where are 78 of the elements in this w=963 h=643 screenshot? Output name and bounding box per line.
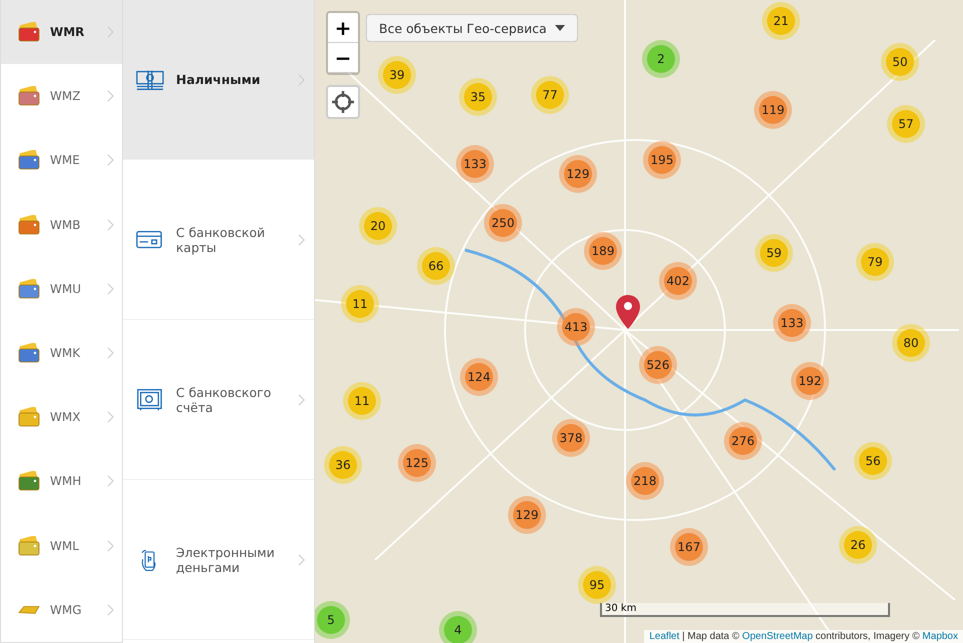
locate-button[interactable] [326,85,360,119]
marker-cluster[interactable]: 11 [343,382,381,420]
marker-cluster[interactable]: 36 [324,446,362,484]
marker-cluster[interactable]: 4 [439,611,477,643]
crosshair-icon [331,90,355,114]
marker-cluster[interactable]: 59 [755,234,793,272]
marker-cluster[interactable]: 35 [459,78,497,116]
scale-bar: 30 km [600,603,890,617]
marker-cluster[interactable]: 79 [856,243,894,281]
marker-cluster[interactable]: 195 [643,141,681,179]
currency-item[interactable]: WMR [1,0,122,64]
marker-cluster[interactable]: 57 [887,105,925,143]
object-filter-dropdown[interactable]: Все объекты Гео-сервиса [366,14,578,42]
marker-cluster[interactable]: 167 [670,528,708,566]
marker-cluster[interactable]: 11 [341,285,379,323]
marker-cluster[interactable]: 119 [754,91,792,129]
marker-cluster[interactable]: 26 [839,526,877,564]
chevron-icon [107,540,114,552]
ingot-icon [17,606,41,614]
marker-cluster[interactable]: 526 [639,346,677,384]
wallet-icon [17,86,41,106]
chevron-icon [107,218,114,231]
marker-cluster[interactable]: 129 [559,155,597,193]
openstreetmap-link[interactable]: OpenStreetMap [742,631,813,642]
leaflet-link[interactable]: Leaflet [649,631,680,642]
marker-cluster[interactable]: 133 [773,304,811,342]
chevron-icon [107,26,114,38]
wallet-icon [17,536,41,556]
chevron-icon [107,604,114,616]
mapbox-link[interactable]: Mapbox [922,631,958,642]
chevron-icon [107,347,114,360]
wallet-icon [17,278,41,299]
wallet-icon [17,22,41,42]
wallet-icon [17,150,41,170]
location-pin-icon [615,294,641,330]
banknotes-icon [136,68,164,92]
chevron-icon [298,554,305,566]
marker-cluster[interactable]: 124 [460,358,498,396]
chevron-icon [107,154,114,166]
chevron-icon [298,74,305,86]
wallet-icon [17,471,41,492]
marker-cluster[interactable]: 402 [659,262,697,300]
marker-cluster[interactable]: 50 [881,43,919,81]
marker-cluster[interactable]: 95 [578,566,616,604]
marker-cluster[interactable]: 413 [557,308,595,346]
marker-cluster[interactable]: 125 [398,444,436,482]
marker-cluster[interactable]: 218 [626,462,664,500]
chevron-icon [298,394,305,406]
chevron-icon [107,90,114,102]
marker-cluster[interactable]: 39 [378,56,416,94]
marker-cluster[interactable]: 80 [892,324,930,362]
wallet-icon [17,407,41,428]
wallet-icon [17,343,41,364]
marker-cluster[interactable]: 66 [417,247,455,285]
marker-cluster[interactable]: 192 [791,362,829,400]
marker-cluster[interactable]: 250 [484,204,522,242]
marker-cluster[interactable]: 189 [584,232,622,270]
chevron-icon [107,475,114,488]
wallet-icon [17,214,41,235]
zoom-out-button[interactable]: − [328,43,358,73]
marker-cluster[interactable]: 77 [531,76,569,114]
marker-cluster[interactable]: 5 [315,601,350,639]
marker-cluster[interactable]: 56 [854,442,892,480]
marker-cluster[interactable]: 21 [762,2,800,40]
marker-cluster[interactable]: 276 [724,422,762,460]
safe-icon [136,388,164,412]
payment-method-item[interactable]: Наличными [123,0,314,160]
map-attribution: Leaflet | Map data © OpenStreetMap contributors, Imagery © Mapbox [644,630,963,643]
chevron-icon [107,411,114,424]
zoom-in-button[interactable]: + [328,13,358,43]
caret-icon [554,25,565,31]
chevron-icon [107,282,114,295]
marker-cluster[interactable]: 20 [359,207,397,245]
chevron-icon [298,234,305,246]
marker-cluster[interactable]: 2 [642,40,680,78]
marker-cluster[interactable]: 133 [456,145,494,183]
marker-cluster[interactable]: 129 [508,496,546,534]
marker-cluster[interactable]: 378 [552,419,590,457]
